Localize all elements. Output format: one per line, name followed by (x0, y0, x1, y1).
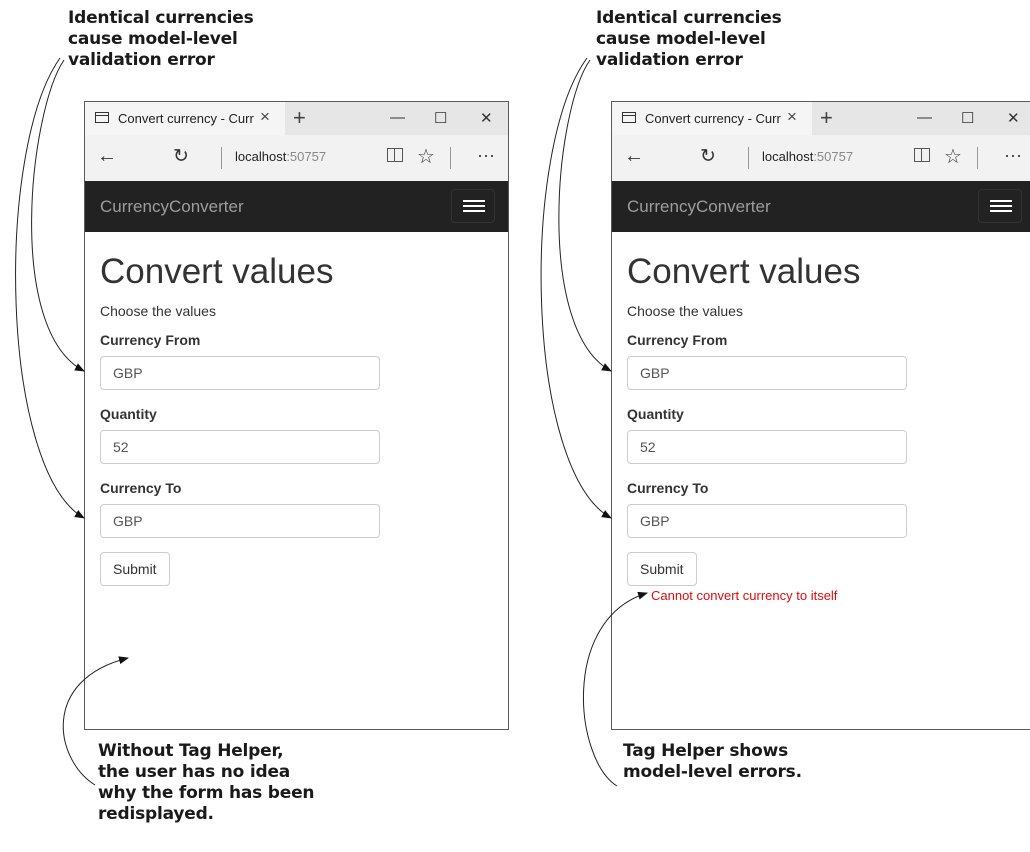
arrow-left-from (31, 59, 85, 372)
arrow-left-bottom (62, 656, 129, 786)
arrow-right-bottom (582, 591, 648, 787)
arrow-right-from (558, 59, 612, 372)
annotation-arrows (15, 57, 648, 787)
arrow-right-to (540, 57, 612, 519)
arrow-left-to (15, 57, 85, 519)
